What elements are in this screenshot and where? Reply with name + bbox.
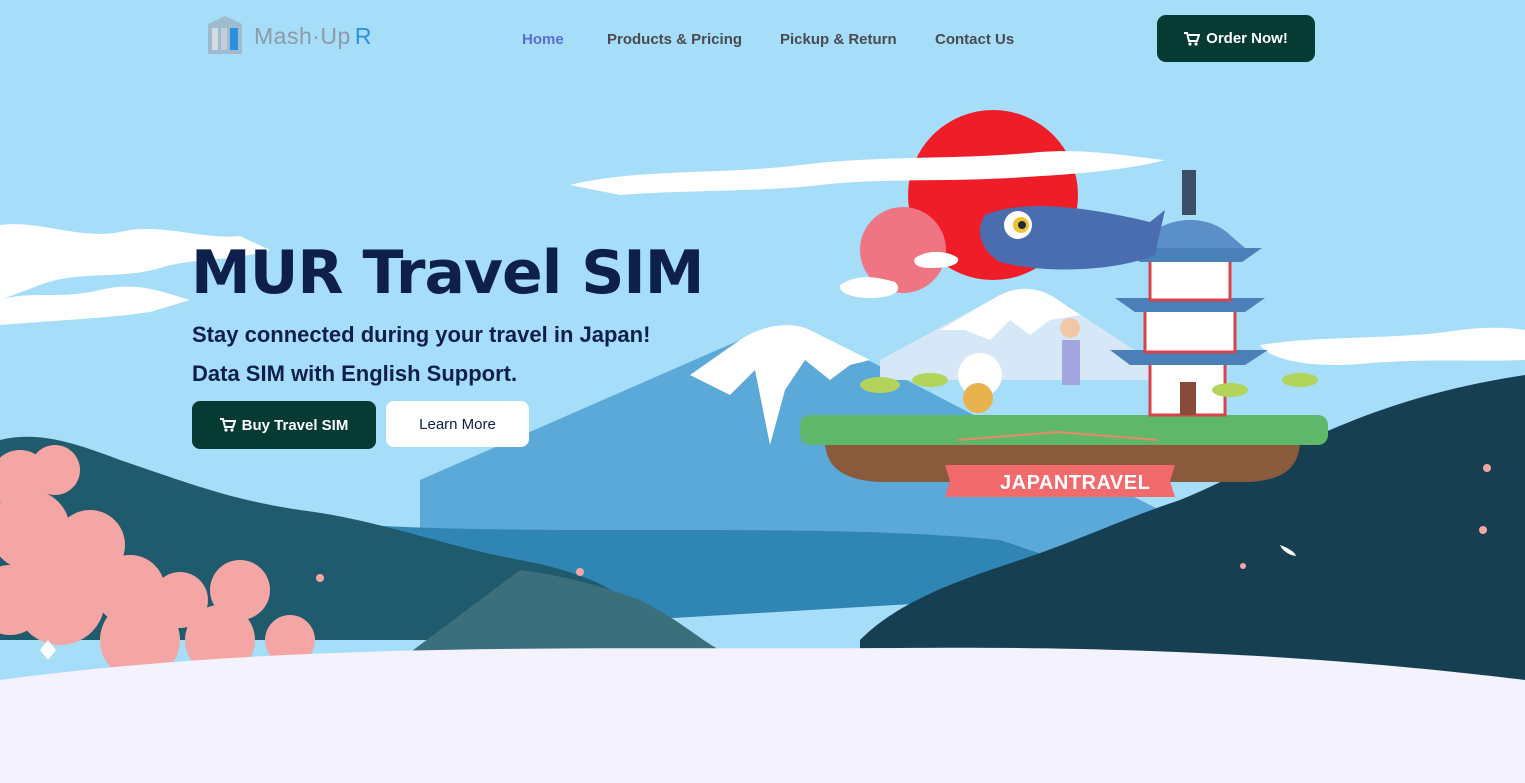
nav-contact-us[interactable]: Contact Us bbox=[935, 31, 1014, 48]
traveler-figure bbox=[1062, 340, 1080, 385]
japan-landscape-illustration: JAPANTRAVEL bbox=[0, 0, 1525, 783]
banner-label: JAPANTRAVEL bbox=[1000, 472, 1150, 494]
cart-icon bbox=[1184, 31, 1201, 46]
cart-icon bbox=[219, 418, 236, 432]
hero-subtitle-line2: Data SIM with English Support. bbox=[192, 361, 518, 386]
order-now-button[interactable]: Order Now! bbox=[1157, 15, 1315, 62]
hero-subtitle-line1: Stay connected during your travel in Jap… bbox=[192, 322, 651, 347]
nav-products-pricing[interactable]: Products & Pricing bbox=[607, 31, 742, 48]
nav-pickup-return[interactable]: Pickup & Return bbox=[780, 31, 897, 48]
learn-more-button[interactable]: Learn More bbox=[386, 401, 529, 447]
brand-name-text: Mash·Up bbox=[254, 22, 351, 49]
order-now-label: Order Now! bbox=[1206, 30, 1288, 47]
brand-name: Mash·Up R bbox=[254, 23, 372, 50]
buy-travel-sim-button[interactable]: Buy Travel SIM bbox=[192, 401, 376, 449]
building-logo-icon bbox=[208, 16, 242, 54]
top-navbar: Mash·Up R Home Products & Pricing Pickup … bbox=[0, 0, 1525, 80]
nav-home[interactable]: Home bbox=[522, 31, 564, 48]
brand-logo[interactable]: Mash·Up R bbox=[204, 14, 372, 58]
brand-suffix: R bbox=[354, 22, 372, 49]
hero-title: MUR Travel SIM bbox=[191, 238, 704, 308]
learn-more-label: Learn More bbox=[419, 415, 496, 433]
hero-background: JAPANTRAVEL bbox=[0, 0, 1525, 783]
buy-travel-sim-label: Buy Travel SIM bbox=[241, 416, 349, 434]
